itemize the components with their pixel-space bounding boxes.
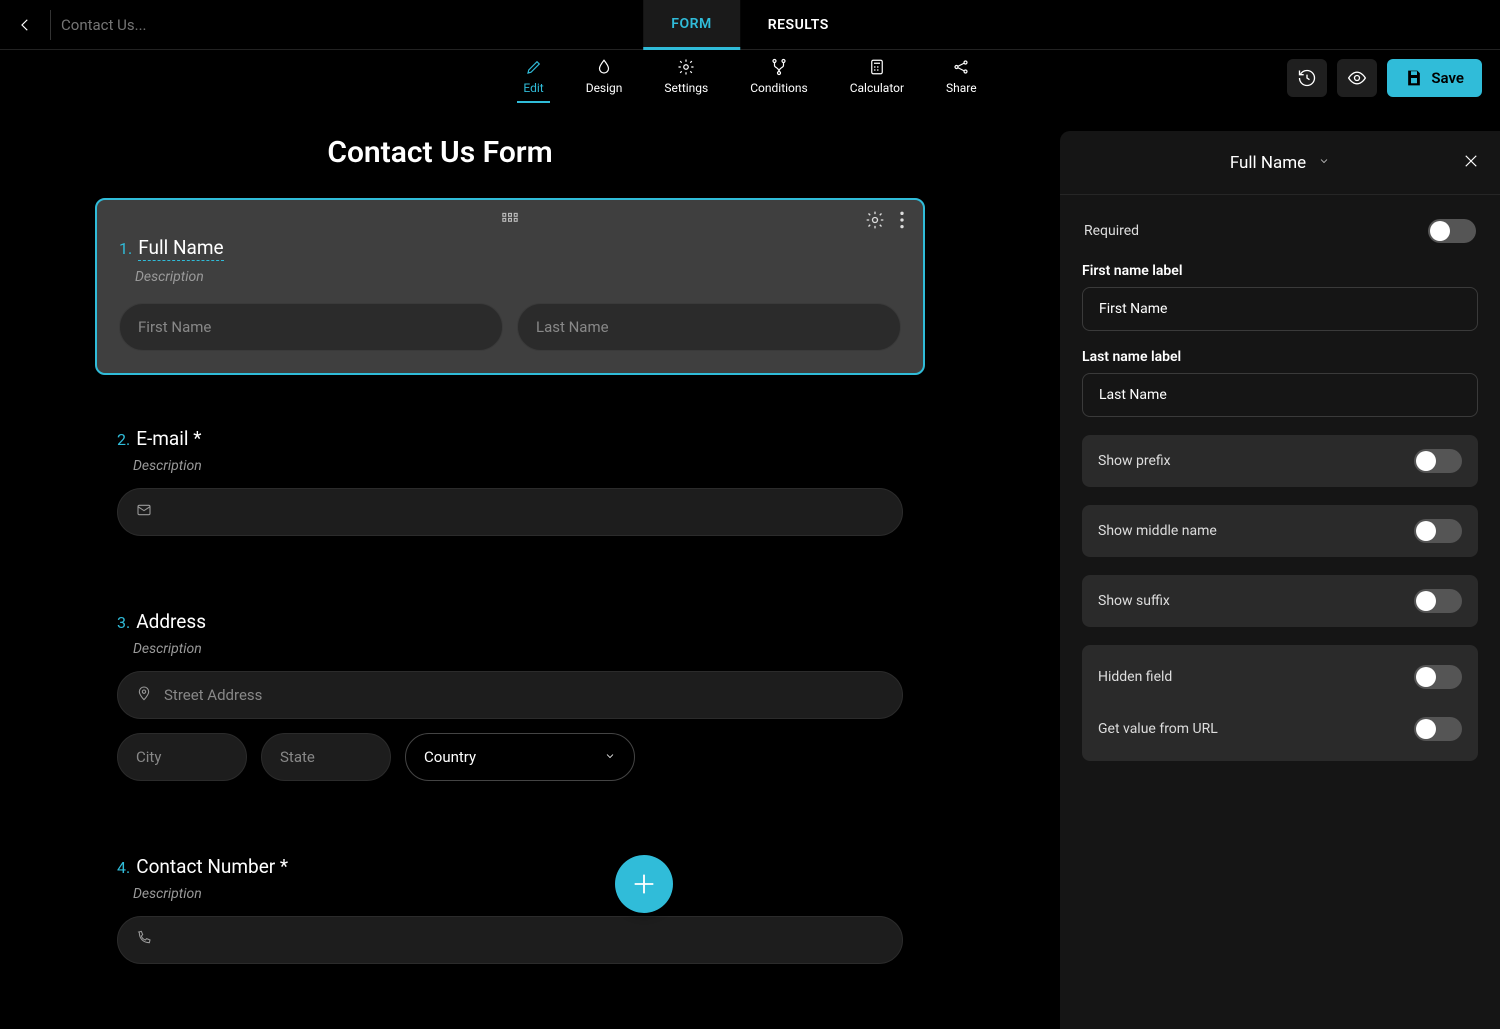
add-field-button[interactable] (615, 855, 673, 913)
tool-label: Share (946, 81, 977, 95)
chevron-down-icon (604, 748, 616, 766)
tool-calculator[interactable]: Calculator (844, 53, 910, 103)
phone-input[interactable] (117, 916, 903, 964)
field-properties-panel: Full Name Required First name label Last… (1060, 131, 1500, 1029)
divider (50, 10, 51, 40)
hidden-field-label: Hidden field (1098, 669, 1172, 685)
show-middle-toggle[interactable] (1414, 519, 1462, 543)
field-description: Description (133, 458, 903, 474)
panel-title[interactable]: Full Name (1230, 153, 1306, 173)
tool-label: Edit (523, 81, 543, 95)
gear-icon (865, 210, 885, 230)
preview-button[interactable] (1337, 59, 1377, 97)
field-more-button[interactable] (899, 210, 905, 234)
show-suffix-toggle[interactable] (1414, 589, 1462, 613)
field-address[interactable]: 3. Address Description Street Address Ci… (95, 596, 925, 803)
last-name-label-input[interactable] (1082, 373, 1478, 417)
street-address-input[interactable]: Street Address (117, 671, 903, 719)
history-icon (1297, 68, 1317, 88)
back-button[interactable] (10, 10, 40, 40)
state-input[interactable]: State (261, 733, 391, 781)
placeholder-text: First Name (138, 318, 211, 336)
history-button[interactable] (1287, 59, 1327, 97)
last-name-input[interactable]: Last Name (517, 303, 901, 351)
show-prefix-label: Show prefix (1098, 453, 1171, 469)
field-label: Contact Number * (136, 855, 288, 878)
mail-icon (136, 502, 152, 522)
field-email[interactable]: 2. E-mail * Description (95, 413, 925, 558)
required-toggle[interactable] (1428, 219, 1476, 243)
drop-icon (594, 57, 614, 77)
drag-handle-icon[interactable] (501, 210, 519, 226)
first-name-input[interactable]: First Name (119, 303, 503, 351)
field-label[interactable]: Full Name (138, 236, 223, 261)
save-label: Save (1431, 69, 1464, 87)
save-button[interactable]: Save (1387, 59, 1482, 97)
field-description[interactable]: Description (135, 269, 901, 285)
branch-icon (769, 57, 789, 77)
field-description: Description (133, 641, 903, 657)
placeholder-text: State (280, 748, 315, 766)
get-url-label: Get value from URL (1098, 721, 1218, 737)
tab-results[interactable]: RESULTS (740, 0, 857, 50)
required-label: Required (1084, 223, 1139, 239)
share-icon (951, 57, 971, 77)
tab-form[interactable]: FORM (643, 0, 740, 50)
hidden-field-toggle[interactable] (1414, 665, 1462, 689)
last-name-label-heading: Last name label (1082, 349, 1478, 365)
form-title-input[interactable] (61, 16, 261, 34)
tool-label: Settings (664, 81, 708, 95)
form-heading: Contact Us Form (0, 135, 1020, 170)
plus-icon (630, 870, 658, 898)
field-label: Address (136, 610, 206, 633)
field-number: 3. (117, 613, 130, 632)
pencil-icon (524, 57, 544, 77)
first-name-label-heading: First name label (1082, 263, 1478, 279)
city-input[interactable]: City (117, 733, 247, 781)
placeholder-text: City (136, 748, 161, 766)
arrow-left-icon (16, 16, 34, 34)
field-settings-button[interactable] (865, 210, 885, 234)
placeholder-text: Country (424, 748, 476, 766)
tool-edit[interactable]: Edit (517, 53, 549, 103)
pin-icon (136, 685, 152, 705)
show-middle-label: Show middle name (1098, 523, 1217, 539)
tool-label: Design (586, 81, 623, 95)
tool-label: Conditions (750, 81, 807, 95)
field-number: 1. (119, 239, 132, 258)
gear-icon (676, 57, 696, 77)
tool-settings[interactable]: Settings (658, 53, 714, 103)
show-prefix-toggle[interactable] (1414, 449, 1462, 473)
tool-share[interactable]: Share (940, 53, 983, 103)
email-input[interactable] (117, 488, 903, 536)
field-number: 4. (117, 858, 130, 877)
first-name-label-input[interactable] (1082, 287, 1478, 331)
field-number: 2. (117, 430, 130, 449)
placeholder-text: Last Name (536, 318, 609, 336)
close-icon (1462, 152, 1480, 170)
field-full-name[interactable]: 1. Full Name Description First Name Last… (95, 198, 925, 375)
field-label: E-mail * (136, 427, 201, 450)
close-button[interactable] (1462, 151, 1480, 175)
tool-label: Calculator (850, 81, 904, 95)
field-contact-number[interactable]: 4. Contact Number * Description (95, 841, 925, 986)
calculator-icon (867, 57, 887, 77)
phone-icon (136, 930, 152, 950)
tool-conditions[interactable]: Conditions (744, 53, 813, 103)
chevron-down-icon[interactable] (1318, 155, 1330, 170)
eye-icon (1347, 68, 1367, 88)
more-vertical-icon (899, 210, 905, 230)
tool-design[interactable]: Design (580, 53, 629, 103)
get-url-toggle[interactable] (1414, 717, 1462, 741)
placeholder-text: Street Address (164, 686, 262, 704)
show-suffix-label: Show suffix (1098, 593, 1170, 609)
field-description: Description (133, 886, 903, 902)
save-icon (1405, 69, 1423, 87)
country-select[interactable]: Country (405, 733, 635, 781)
